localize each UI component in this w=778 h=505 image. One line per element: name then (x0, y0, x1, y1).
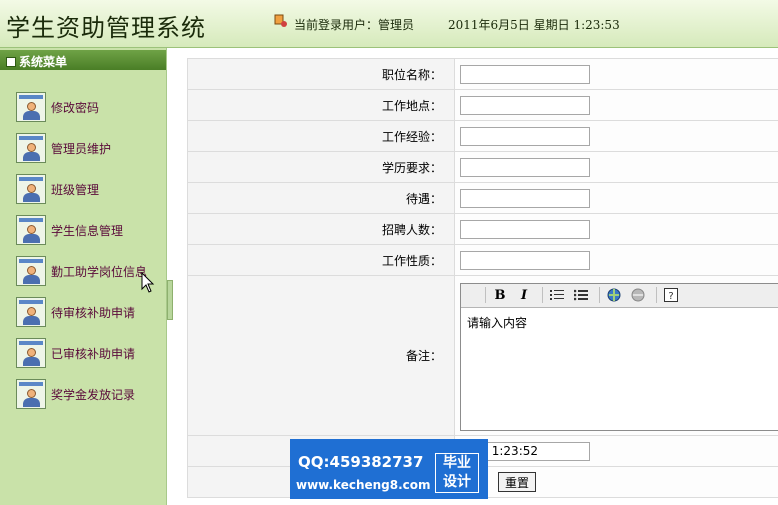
sidebar-item-pending-aid[interactable]: 待审核补助申请 (16, 296, 166, 328)
watermark-badge-line: 设计 (443, 474, 471, 490)
unlink-icon[interactable] (628, 286, 648, 304)
reset-button[interactable]: 重置 (498, 472, 537, 492)
sidebar-item-scholarship-records[interactable]: 奖学金发放记录 (16, 378, 166, 410)
rich-text-editor: B I ? 请输入内容 (460, 282, 778, 431)
form-row: 备注： B I ? 请输入内容 (187, 275, 778, 436)
editor-toolbar: B I ? (461, 283, 778, 308)
job-title-input[interactable] (460, 64, 590, 84)
work-location-input[interactable] (460, 95, 590, 115)
menu-heading-label: 系统菜单 (19, 55, 68, 69)
field-label-job-title: 职位名称： (187, 58, 455, 90)
form-row: 职位名称： (187, 58, 778, 90)
watermark-badge: 毕业 设计 (435, 453, 479, 493)
current-datetime: 2011年6月5日 星期日 1:23:53 (448, 18, 620, 32)
user-card-icon (16, 92, 46, 122)
login-user-label: 当前登录用户： (294, 18, 379, 32)
watermark-badge-line: 毕业 (443, 455, 471, 471)
sidebar-item-change-password[interactable]: 修改密码 (16, 91, 166, 123)
menu-icon (6, 57, 16, 67)
field-label-work-location: 工作地点： (187, 89, 455, 121)
user-card-icon (16, 379, 46, 409)
sidebar-item-label: 班级管理 (51, 182, 100, 197)
headcount-input[interactable] (460, 219, 590, 239)
editor-body[interactable]: 请输入内容 (461, 308, 778, 337)
salary-input[interactable] (460, 188, 590, 208)
user-card-icon (16, 215, 46, 245)
user-card-icon (16, 174, 46, 204)
app-header: 学生资助管理系统 当前登录用户： 管理员 2011年6月5日 星期日 1:23:… (0, 0, 778, 48)
field-label-remark: 备注： (187, 275, 455, 436)
app-title: 学生资助管理系统 (6, 14, 206, 42)
bold-icon[interactable]: B (490, 286, 510, 304)
job-type-input[interactable] (460, 250, 590, 270)
job-form-table: 职位名称： 工作地点： 工作经验： 学历要求： 待遇： 招聘人数： 工作性质： (187, 58, 778, 498)
field-label-education: 学历要求： (187, 151, 455, 183)
ordered-list-icon[interactable] (547, 286, 567, 304)
watermark-banner: QQ:459382737 www.kecheng8.com 毕业 设计 (290, 439, 488, 499)
field-label-experience: 工作经验： (187, 120, 455, 152)
user-card-icon (16, 297, 46, 327)
form-row: 待遇： (187, 182, 778, 214)
unordered-list-icon[interactable] (571, 286, 591, 304)
link-icon[interactable] (604, 286, 624, 304)
sidebar-item-label: 学生信息管理 (51, 223, 124, 238)
sidebar-item-label: 管理员维护 (51, 141, 112, 156)
field-label-headcount: 招聘人数： (187, 213, 455, 245)
user-card-icon (16, 133, 46, 163)
sidebar-item-class-management[interactable]: 班级管理 (16, 173, 166, 205)
sidebar-item-student-info[interactable]: 学生信息管理 (16, 214, 166, 246)
help-icon[interactable]: ? (661, 286, 681, 304)
user-lock-icon (274, 14, 287, 27)
italic-icon[interactable]: I (514, 286, 534, 304)
login-user-name: 管理员 (378, 18, 415, 32)
user-card-icon (16, 338, 46, 368)
sidebar-splitter[interactable] (167, 280, 173, 320)
sidebar-item-label: 修改密码 (51, 100, 100, 115)
sidebar-item-label: 勤工助学岗位信息 (51, 264, 148, 279)
education-input[interactable] (460, 157, 590, 177)
form-row: 工作地点： (187, 89, 778, 121)
sidebar-item-approved-aid[interactable]: 已审核补助申请 (16, 337, 166, 369)
mouse-cursor-icon (141, 272, 155, 293)
watermark-qq: QQ:459382737 (298, 453, 424, 471)
field-label-job-type: 工作性质： (187, 244, 455, 276)
sidebar-item-label: 待审核补助申请 (51, 305, 136, 320)
form-row: 工作性质： (187, 244, 778, 276)
field-label-salary: 待遇： (187, 182, 455, 214)
sidebar-item-admin-maintenance[interactable]: 管理员维护 (16, 132, 166, 164)
form-row: 学历要求： (187, 151, 778, 183)
menu-heading: 系统菜单 (0, 50, 166, 70)
sidebar-item-label: 奖学金发放记录 (51, 387, 136, 402)
main-content: 职位名称： 工作地点： 工作经验： 学历要求： 待遇： 招聘人数： 工作性质： (174, 48, 778, 505)
user-card-icon (16, 256, 46, 286)
sidebar-item-label: 已审核补助申请 (51, 346, 136, 361)
form-row: 工作经验： (187, 120, 778, 152)
form-row: 招聘人数： (187, 213, 778, 245)
experience-input[interactable] (460, 126, 590, 146)
svg-text:?: ? (668, 291, 673, 302)
watermark-url: www.kecheng8.com (296, 478, 431, 492)
